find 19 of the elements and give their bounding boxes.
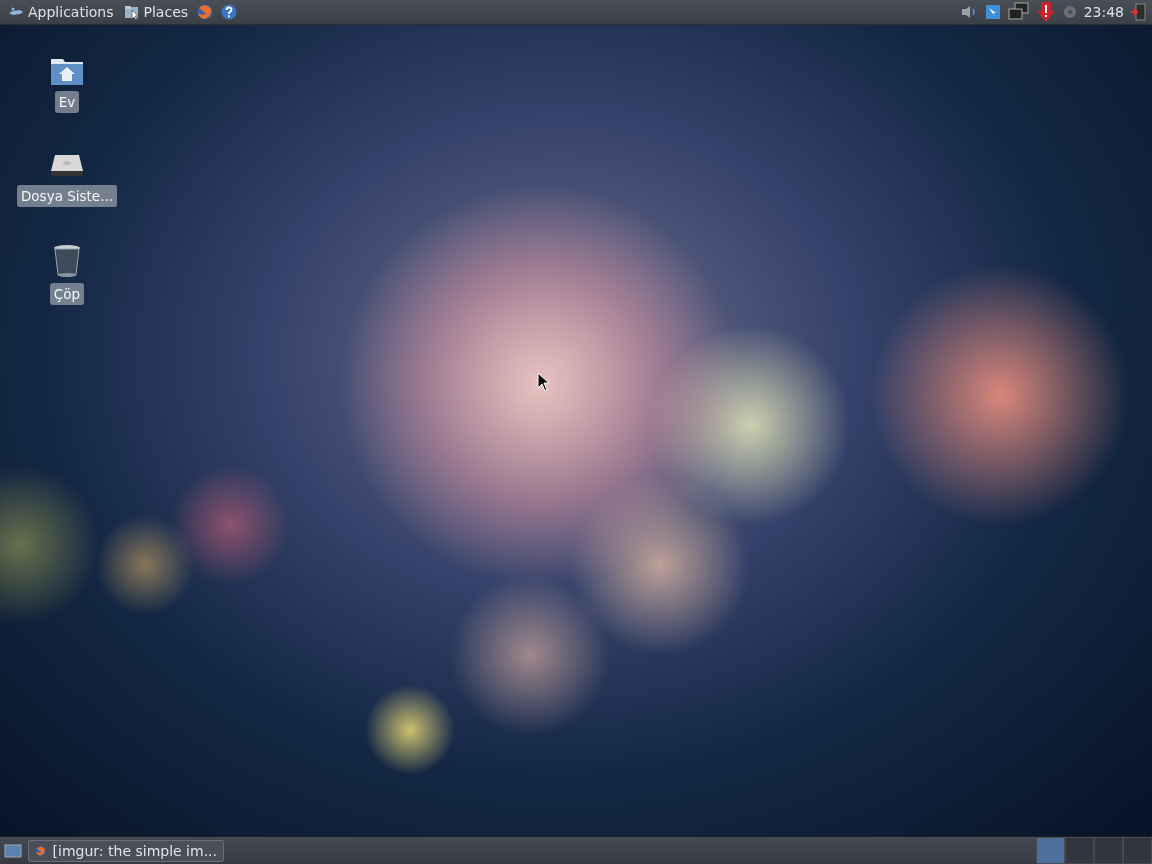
help-icon[interactable] (220, 3, 239, 21)
show-desktop-icon[interactable] (4, 843, 22, 858)
network-monitors-icon[interactable] (1007, 2, 1030, 22)
update-alert-icon[interactable] (1035, 1, 1056, 23)
pointer-window-icon[interactable] (983, 3, 1002, 21)
mouse-pointer-icon (537, 372, 551, 392)
taskbar-button[interactable]: [imgur: the simple im... (28, 839, 224, 862)
desktop-icon-label[interactable]: Ev (54, 91, 80, 113)
desktop-icon-label[interactable]: Dosya Siste... (16, 185, 118, 207)
globe-icon[interactable] (196, 3, 215, 21)
clock[interactable]: 23:48 (1083, 4, 1124, 20)
speaker-icon[interactable] (959, 4, 978, 20)
logout-icon[interactable] (1130, 3, 1146, 21)
mouse-icon (8, 6, 24, 18)
applications-menu[interactable]: Applications (6, 4, 116, 20)
folder-icon (123, 4, 140, 20)
disc-icon[interactable] (1061, 4, 1078, 20)
places-menu[interactable]: Places (121, 4, 191, 20)
desktop-icon-label[interactable]: Çöp (49, 283, 85, 305)
